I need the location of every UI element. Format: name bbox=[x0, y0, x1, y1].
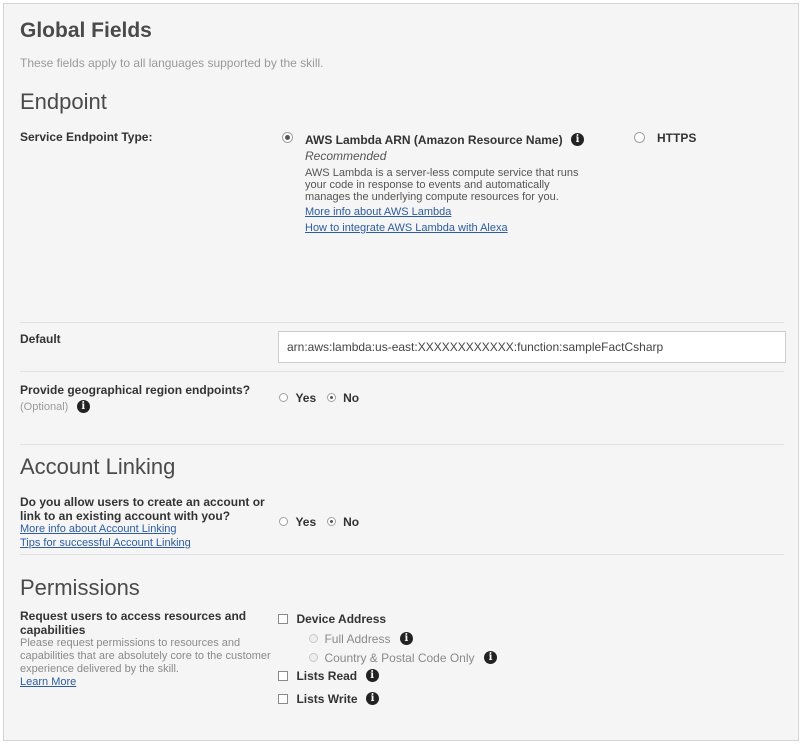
lists-read-row: Lists Read i bbox=[278, 667, 379, 685]
lambda-radio-dot[interactable] bbox=[282, 132, 293, 144]
permissions-heading: Permissions bbox=[20, 575, 140, 600]
default-endpoint-input[interactable]: arn:aws:lambda:us-east:XXXXXXXXXXXX:func… bbox=[278, 331, 786, 363]
permissions-description: Please request permissions to resources … bbox=[20, 637, 271, 675]
page-title: Global Fields bbox=[20, 19, 152, 42]
full-address-radio[interactable] bbox=[309, 634, 318, 644]
info-icon[interactable]: i bbox=[571, 133, 585, 147]
geo-yes-radio[interactable] bbox=[279, 393, 288, 403]
device-address-row: Device Address bbox=[278, 610, 386, 628]
tips-account-linking-link[interactable]: Tips for successful Account Linking bbox=[20, 537, 191, 549]
geo-no-radio[interactable] bbox=[326, 393, 336, 403]
geo-endpoints-label: Provide geographical region endpoints? bbox=[20, 383, 251, 397]
full-address-label: Full Address bbox=[324, 631, 391, 646]
lists-write-checkbox[interactable] bbox=[278, 693, 288, 704]
info-icon[interactable]: i bbox=[76, 400, 90, 414]
info-icon[interactable]: i bbox=[399, 632, 413, 646]
country-postal-label: Country & Postal Code Only bbox=[324, 650, 475, 665]
https-label: HTTPS bbox=[657, 131, 697, 145]
global-fields-panel: Global Fields These fields apply to all … bbox=[3, 3, 799, 741]
account-linking-no-radio[interactable] bbox=[326, 517, 336, 527]
account-linking-heading: Account Linking bbox=[20, 454, 176, 479]
more-info-lambda-link[interactable]: More info about AWS Lambda bbox=[305, 206, 451, 218]
lists-read-label[interactable]: Lists Read bbox=[296, 669, 357, 683]
country-postal-radio[interactable] bbox=[309, 653, 318, 663]
recommended-text: Recommended bbox=[305, 149, 387, 163]
account-linking-no-label[interactable]: No bbox=[343, 515, 359, 529]
country-postal-row: Country & Postal Code Only i bbox=[309, 649, 497, 667]
https-radio-dot[interactable] bbox=[634, 132, 645, 144]
more-info-account-linking-link[interactable]: More info about Account Linking bbox=[20, 523, 177, 535]
integrate-lambda-alexa-link[interactable]: How to integrate AWS Lambda with Alexa bbox=[305, 222, 508, 234]
lambda-description: AWS Lambda is a server-less compute serv… bbox=[305, 167, 579, 203]
info-icon[interactable]: i bbox=[483, 651, 497, 665]
info-icon[interactable]: i bbox=[365, 669, 379, 683]
endpoint-heading: Endpoint bbox=[20, 89, 107, 114]
lists-write-label[interactable]: Lists Write bbox=[296, 692, 357, 706]
geo-optional-row: (Optional) i bbox=[20, 398, 90, 416]
geo-endpoints-options: Yes No bbox=[279, 389, 359, 407]
info-icon[interactable]: i bbox=[366, 692, 380, 706]
divider bbox=[20, 371, 784, 372]
full-address-row: Full Address i bbox=[309, 630, 413, 648]
optional-text: (Optional) bbox=[20, 400, 69, 413]
lambda-arn-option[interactable]: AWS Lambda ARN (Amazon Resource Name) i bbox=[305, 131, 585, 149]
divider bbox=[20, 444, 784, 445]
lists-read-checkbox[interactable] bbox=[278, 670, 288, 681]
service-endpoint-type-label: Service Endpoint Type: bbox=[20, 130, 153, 144]
geo-no-label[interactable]: No bbox=[343, 391, 359, 405]
learn-more-link[interactable]: Learn More bbox=[20, 676, 76, 688]
account-linking-question: Do you allow users to create an account … bbox=[20, 495, 265, 523]
account-linking-yes-radio[interactable] bbox=[279, 517, 288, 527]
device-address-label[interactable]: Device Address bbox=[296, 612, 386, 626]
lists-write-row: Lists Write i bbox=[278, 690, 380, 708]
default-label: Default bbox=[20, 332, 61, 346]
divider bbox=[20, 554, 784, 555]
device-address-checkbox[interactable] bbox=[278, 613, 288, 624]
https-radio[interactable] bbox=[634, 129, 645, 147]
page-subtitle: These fields apply to all languages supp… bbox=[20, 56, 324, 70]
account-linking-yes-label[interactable]: Yes bbox=[295, 515, 316, 529]
lambda-arn-label: AWS Lambda ARN (Amazon Resource Name) bbox=[305, 133, 563, 147]
geo-yes-label[interactable]: Yes bbox=[295, 391, 316, 405]
lambda-arn-radio[interactable] bbox=[282, 129, 293, 147]
account-linking-options: Yes No bbox=[279, 513, 359, 531]
permissions-label: Request users to access resources and ca… bbox=[20, 609, 247, 637]
divider bbox=[20, 322, 784, 323]
